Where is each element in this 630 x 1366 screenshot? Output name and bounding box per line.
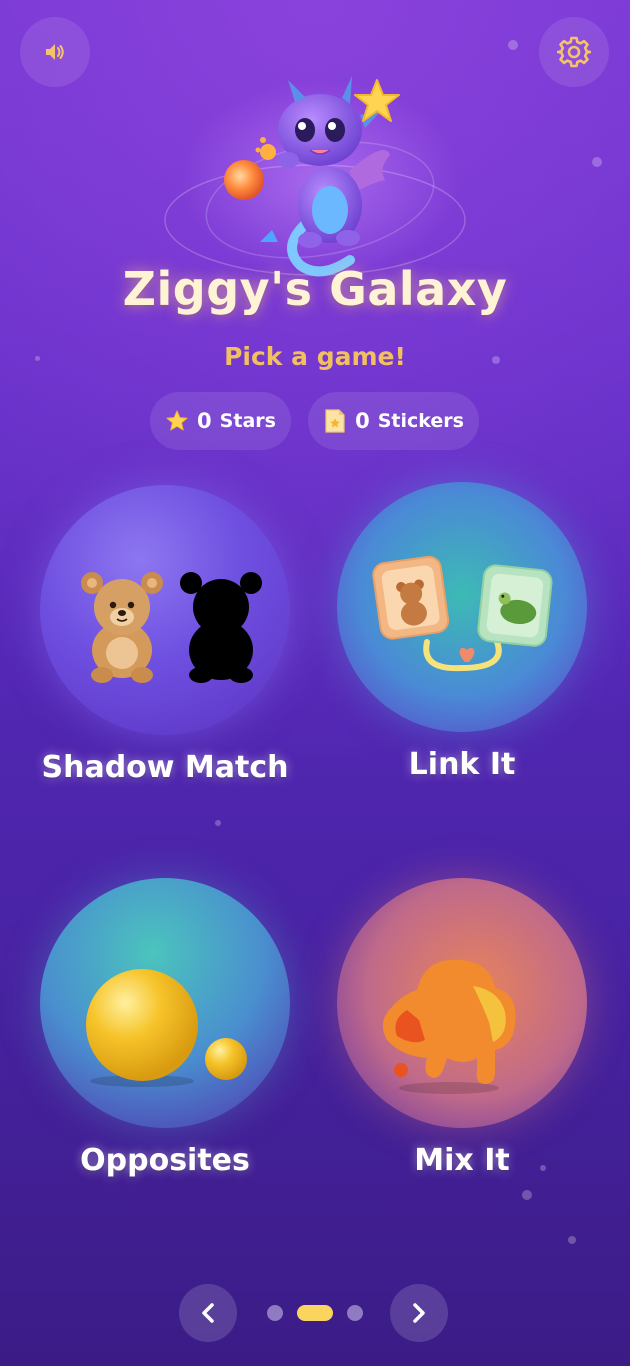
page-dot[interactable] [347,1305,363,1321]
stars-count: 0 [197,409,212,433]
linked-cards-icon [372,555,553,672]
sparkle [508,40,518,50]
big-and-small-balls-icon [86,969,247,1087]
gear-icon [557,36,591,68]
teddy-bear-and-shadow-icon [81,572,262,683]
page-dot-active[interactable] [297,1305,333,1321]
game-card-link-it[interactable]: Link It [317,482,607,862]
hero-mascot-area [160,70,470,290]
dragon-mascot-icon [164,76,466,280]
star-icon [166,410,188,431]
stars-label: Stars [219,410,276,432]
next-page-button[interactable] [390,1284,448,1342]
game-card-mix-it[interactable]: Mix It [317,878,607,1258]
sparkle [592,157,602,167]
game-card-label: Link It [408,747,516,782]
game-card-shadow-match[interactable]: Shadow Match [20,485,310,865]
stickers-counter: 0 Stickers [308,392,479,450]
paint-splash-icon [382,959,516,1094]
game-card-label: Opposites [80,1143,250,1178]
stickers-count: 0 [355,409,370,433]
game-card-label: Mix It [414,1143,510,1178]
settings-button[interactable] [539,17,609,87]
chevron-left-icon [202,1303,214,1323]
speaker-icon [46,44,64,60]
game-subtitle: Pick a game! [224,342,406,371]
chevron-right-icon [413,1303,425,1323]
stars-counter: 0 Stars [150,392,291,450]
game-title: Ziggy's Galaxy [122,262,508,316]
sticker-icon [325,409,345,433]
stickers-label: Stickers [377,410,464,432]
game-card-opposites[interactable]: Opposites [20,878,310,1258]
sound-button[interactable] [20,17,90,87]
game-card-label: Shadow Match [41,750,289,785]
page-dot[interactable] [267,1305,283,1321]
prev-page-button[interactable] [179,1284,237,1342]
